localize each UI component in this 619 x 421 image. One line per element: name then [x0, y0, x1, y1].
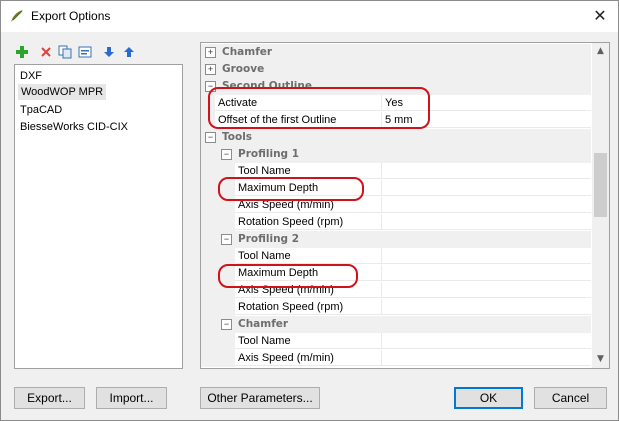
expand-icon[interactable]: +	[205, 64, 216, 75]
group-label: Chamfer	[222, 46, 273, 58]
property-name: Tool Name	[235, 248, 382, 264]
group-row-tool-chamfer[interactable]: − Chamfer	[201, 316, 591, 333]
property-value[interactable]	[382, 180, 591, 196]
indent-gutter	[201, 350, 235, 367]
scroll-thumb[interactable]	[594, 153, 607, 217]
group-row-profiling-2[interactable]: − Profiling 2	[201, 231, 591, 248]
group-label: Profiling 1	[238, 148, 300, 160]
property-row[interactable]: Tool Name	[201, 163, 591, 180]
collapse-icon[interactable]: −	[205, 81, 216, 92]
format-list[interactable]: DXF WoodWOP MPR TpaCAD BiesseWorks CID-C…	[14, 64, 183, 369]
group-label: Second Outline	[222, 80, 312, 92]
list-item[interactable]: TpaCAD	[20, 102, 62, 118]
group-label: Profiling 2	[238, 233, 300, 245]
property-name: Maximum Depth	[235, 180, 382, 196]
indent-gutter	[201, 299, 235, 316]
property-row[interactable]: Tool Name	[201, 248, 591, 265]
group-row-profiling-1[interactable]: − Profiling 1	[201, 146, 591, 163]
property-row-activate[interactable]: Activate Yes	[201, 95, 591, 112]
property-row[interactable]: Maximum Depth	[201, 180, 591, 197]
indent-gutter	[201, 95, 215, 112]
property-name: Activate	[215, 95, 382, 111]
property-row[interactable]: Rotation Speed (rpm)	[201, 214, 591, 231]
group-row-groove[interactable]: + Groove	[201, 61, 591, 78]
export-options-dialog: Export Options ✕ DXF WoodWOP MPR TpaCAD …	[0, 0, 619, 421]
property-row[interactable]: Axis Speed (m/min)	[201, 197, 591, 214]
title-bar: Export Options ✕	[1, 1, 618, 32]
group-row-tools[interactable]: − Tools	[201, 129, 591, 146]
group-row-chamfer[interactable]: + Chamfer	[201, 44, 591, 61]
property-row[interactable]: Axis Speed (m/min)	[201, 282, 591, 299]
arrow-up-icon[interactable]	[122, 45, 136, 59]
property-name: Rotation Speed (rpm)	[235, 214, 382, 230]
list-item[interactable]: BiesseWorks CID-CIX	[20, 119, 128, 135]
property-value[interactable]	[382, 197, 591, 213]
property-grid[interactable]: + Chamfer + Groove − Second Outline Acti…	[200, 42, 610, 369]
property-value[interactable]	[382, 282, 591, 298]
copy-icon[interactable]	[58, 45, 72, 59]
indent-gutter	[201, 248, 235, 265]
indent-gutter	[201, 265, 235, 282]
woodwop-feather-icon	[9, 8, 25, 24]
collapse-icon[interactable]: −	[205, 132, 216, 143]
property-name: Offset of the first Outline	[215, 112, 382, 128]
cancel-button[interactable]: Cancel	[534, 387, 607, 409]
scroll-up-icon[interactable]: ▲	[592, 43, 609, 60]
indent-gutter	[201, 214, 235, 231]
add-icon[interactable]	[15, 45, 29, 59]
property-name: Tool Name	[235, 333, 382, 349]
property-row[interactable]: Rotation Speed (rpm)	[201, 299, 591, 316]
group-label: Groove	[222, 63, 265, 75]
group-label: Tools	[222, 131, 253, 143]
property-row[interactable]: Maximum Depth	[201, 265, 591, 282]
collapse-icon[interactable]: −	[221, 234, 232, 245]
import-button[interactable]: Import...	[96, 387, 167, 409]
property-value[interactable]: Yes	[382, 95, 591, 111]
indent-gutter	[201, 180, 235, 197]
collapse-icon[interactable]: −	[221, 319, 232, 330]
export-button[interactable]: Export...	[14, 387, 85, 409]
group-label: Chamfer	[238, 318, 289, 330]
property-name: Axis Speed (m/min)	[235, 197, 382, 213]
property-name: Axis Speed (m/min)	[235, 350, 382, 366]
ok-button[interactable]: OK	[454, 387, 523, 409]
property-value[interactable]	[382, 163, 591, 179]
property-name: Tool Name	[235, 163, 382, 179]
properties-icon[interactable]	[78, 45, 92, 59]
expand-icon[interactable]: +	[205, 47, 216, 58]
property-name: Axis Speed (m/min)	[235, 282, 382, 298]
indent-gutter	[201, 112, 215, 129]
property-value[interactable]	[382, 333, 591, 349]
other-parameters-button[interactable]: Other Parameters...	[200, 387, 320, 409]
arrow-down-icon[interactable]	[102, 45, 116, 59]
group-row-second-outline[interactable]: − Second Outline	[201, 78, 591, 95]
list-item-selected[interactable]: WoodWOP MPR	[18, 84, 107, 100]
property-name: Maximum Depth	[235, 265, 382, 281]
close-icon[interactable]: ✕	[588, 4, 612, 28]
list-item[interactable]: DXF	[20, 68, 42, 84]
collapse-icon[interactable]: −	[221, 149, 232, 160]
window-title: Export Options	[31, 9, 111, 23]
indent-gutter	[201, 333, 235, 350]
indent-gutter	[201, 163, 235, 180]
property-row[interactable]: Axis Speed (m/min)	[201, 350, 591, 367]
property-value[interactable]	[382, 248, 591, 264]
property-name: Rotation Speed (rpm)	[235, 299, 382, 315]
scroll-down-icon[interactable]: ▼	[592, 351, 609, 368]
property-value[interactable]	[382, 214, 591, 230]
vertical-scrollbar[interactable]: ▲ ▼	[592, 43, 609, 368]
indent-gutter	[201, 282, 235, 299]
indent-gutter	[201, 197, 235, 214]
property-value[interactable]	[382, 265, 591, 281]
property-value[interactable]: 5 mm	[382, 112, 591, 128]
property-row-offset[interactable]: Offset of the first Outline 5 mm	[201, 112, 591, 129]
property-value[interactable]	[382, 350, 591, 366]
property-value[interactable]	[382, 299, 591, 315]
delete-icon[interactable]	[39, 45, 53, 59]
property-row[interactable]: Tool Name	[201, 333, 591, 350]
